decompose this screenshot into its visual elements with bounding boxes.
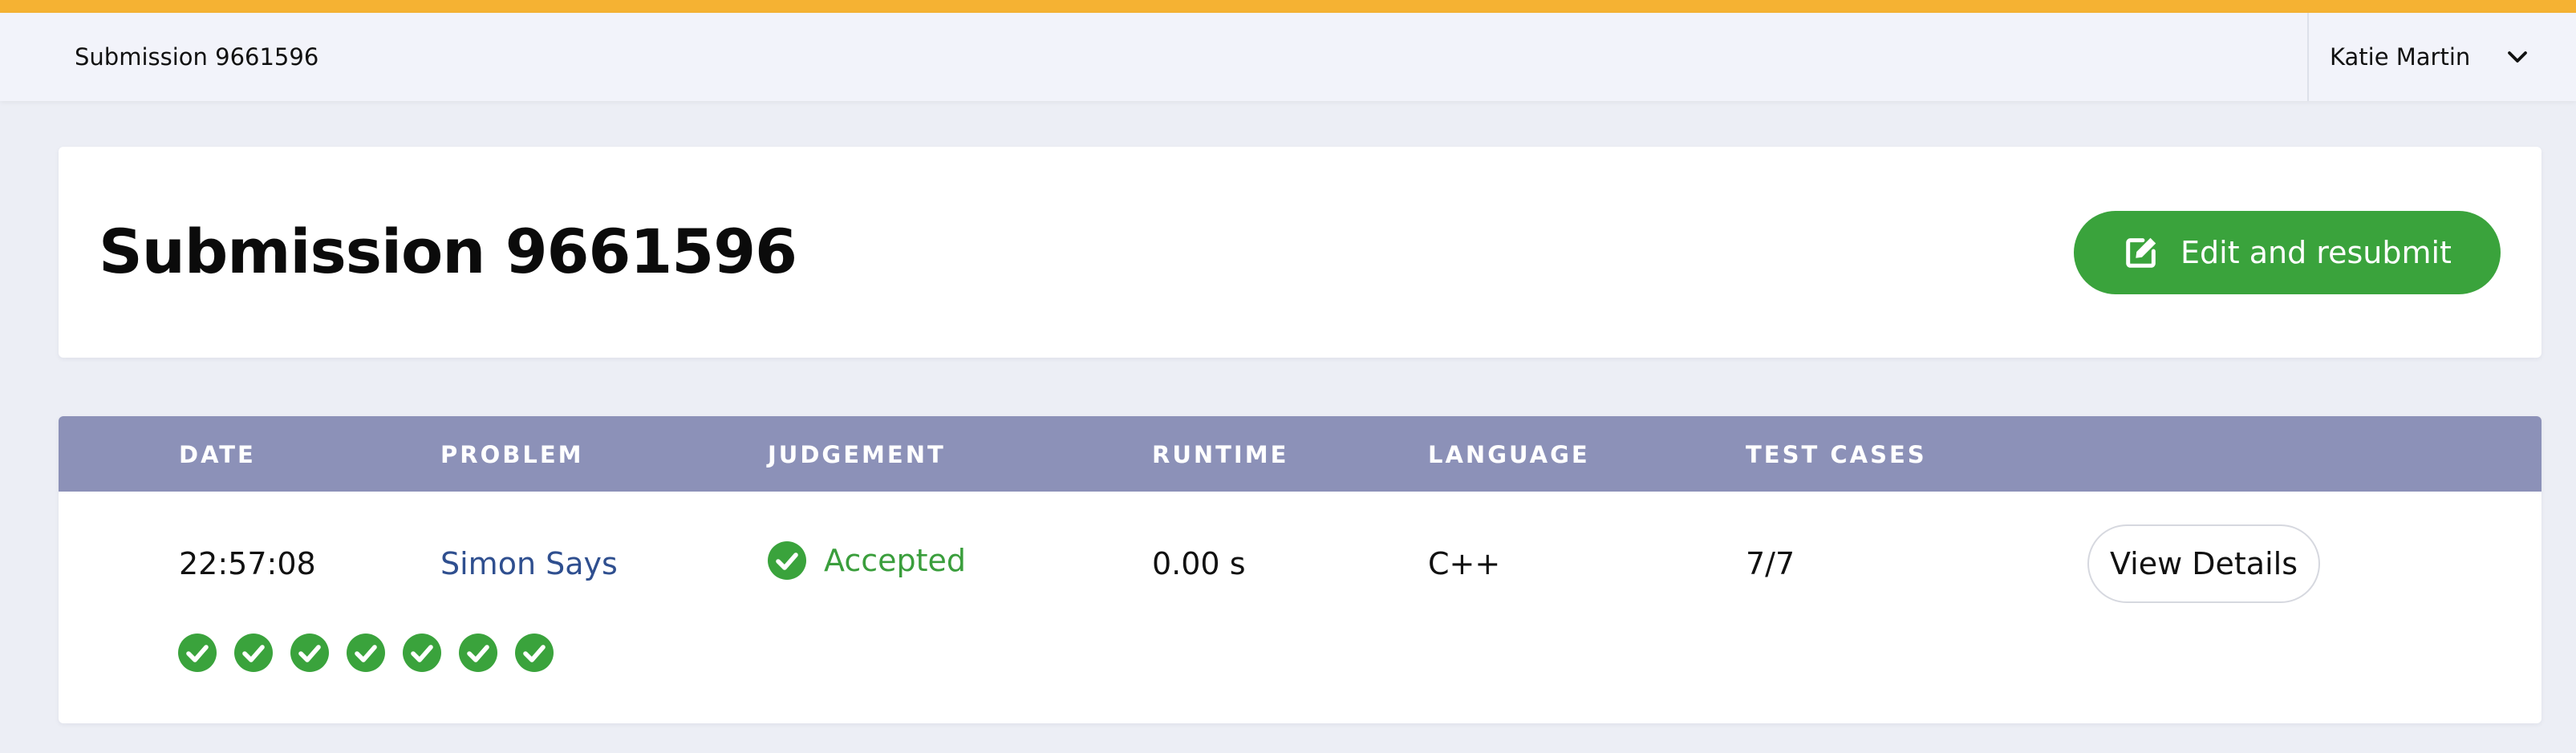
runtime-value: 0.00 s — [1152, 546, 1246, 581]
breadcrumb: Submission 9661596 — [75, 43, 319, 71]
test-case-results — [178, 634, 571, 672]
check-circle-icon — [768, 541, 806, 580]
chevron-down-icon — [2508, 51, 2527, 63]
edit-icon — [2126, 237, 2156, 268]
test-passed-icon — [234, 634, 273, 672]
table-header: DATE PROBLEM JUDGEMENT RUNTIME LANGUAGE … — [59, 416, 2542, 492]
view-details-button[interactable]: View Details — [2087, 524, 2320, 603]
test-cases-value: 7/7 — [1746, 546, 1795, 581]
submission-date: 22:57:08 — [179, 546, 316, 581]
language-value: C++ — [1428, 546, 1501, 581]
test-passed-icon — [178, 634, 217, 672]
resubmit-label: Edit and resubmit — [2180, 235, 2452, 270]
column-header-test-cases: TEST CASES — [1746, 441, 1927, 468]
column-header-language: LANGUAGE — [1428, 441, 1590, 468]
user-name: Katie Martin — [2330, 43, 2471, 71]
judgement-status: Accepted — [768, 541, 966, 580]
test-passed-icon — [459, 634, 497, 672]
test-passed-icon — [290, 634, 329, 672]
column-header-problem: PROBLEM — [440, 441, 584, 468]
user-menu[interactable]: Katie Martin — [2307, 13, 2576, 101]
view-details-label: View Details — [2110, 546, 2298, 581]
test-passed-icon — [515, 634, 554, 672]
accent-bar — [0, 0, 2576, 13]
test-passed-icon — [347, 634, 385, 672]
test-passed-icon — [403, 634, 441, 672]
edit-and-resubmit-button[interactable]: Edit and resubmit — [2074, 211, 2501, 294]
column-header-date: DATE — [179, 441, 256, 468]
judgement-label: Accepted — [824, 543, 967, 578]
page-title: Submission 9661596 — [99, 216, 797, 287]
column-header-runtime: RUNTIME — [1152, 441, 1289, 468]
column-header-judgement: JUDGEMENT — [768, 441, 946, 468]
title-card: Submission 9661596 Edit and resubmit — [59, 147, 2542, 358]
top-navbar: Submission 9661596 Katie Martin — [0, 13, 2576, 101]
problem-link[interactable]: Simon Says — [440, 545, 618, 583]
submission-table: DATE PROBLEM JUDGEMENT RUNTIME LANGUAGE … — [59, 416, 2542, 723]
